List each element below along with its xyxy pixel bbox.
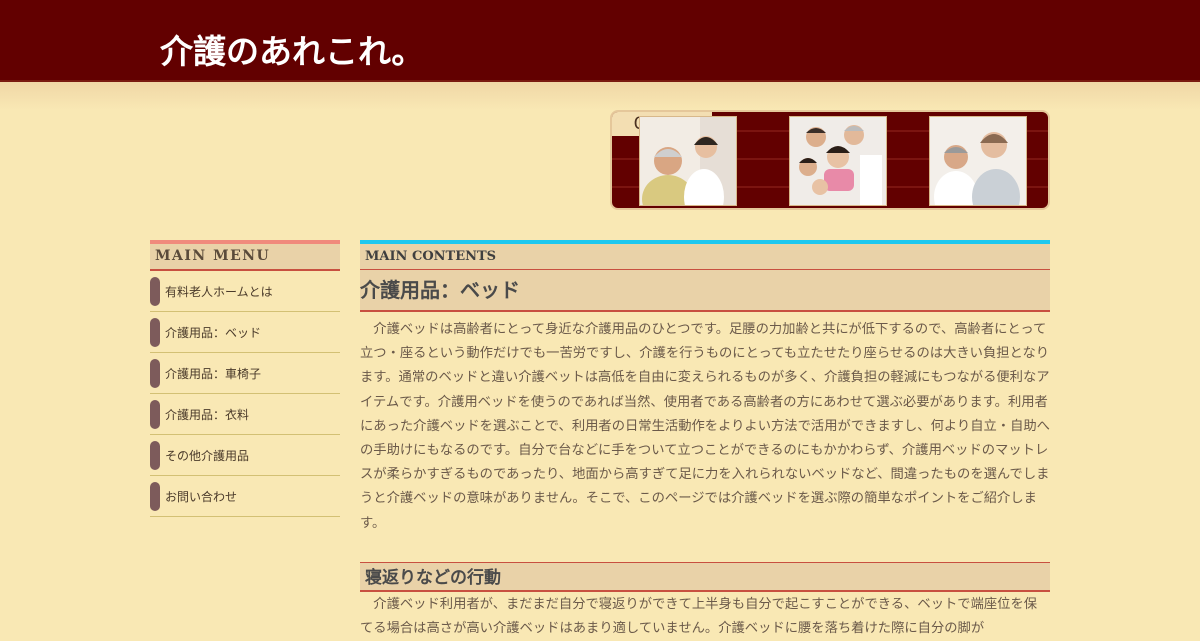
menu-item-other-supplies[interactable]: その他介護用品 (150, 435, 340, 476)
main-menu-heading: MAIN MENU (150, 240, 340, 271)
intro-paragraph: 介護ベッドは高齢者にとって身近な介護用品のひとつです。足腰の力加齢と共にが低下す… (360, 322, 1050, 531)
menu-item-contact[interactable]: お問い合わせ (150, 476, 340, 517)
header-banner: Care (610, 110, 1050, 210)
main-contents: MAIN CONTENTS 介護用品：ベッド 介護ベッドは高齢者にとって身近な介… (360, 240, 1050, 636)
elderly-couple-photo (929, 116, 1027, 206)
menu-item-clothing[interactable]: 介護用品：衣料 (150, 394, 340, 435)
menu-bullet-icon (150, 359, 160, 388)
menu-item-label[interactable]: 介護用品：車椅子 (165, 365, 261, 382)
main-contents-heading: MAIN CONTENTS (360, 240, 1050, 270)
menu-bullet-icon (150, 318, 160, 347)
main-menu: MAIN MENU 有料老人ホームとは 介護用品：ベッド 介護用品：車椅子 介護… (150, 240, 340, 517)
section-paragraph: 介護ベッド利用者が、まだまだ自分で寝返りができて上半身も自分で起こすことができる… (360, 597, 1038, 637)
menu-item-nursing-home[interactable]: 有料老人ホームとは (150, 271, 340, 312)
menu-item-label[interactable]: 有料老人ホームとは (165, 283, 273, 300)
menu-bullet-icon (150, 482, 160, 511)
page-title: 介護用品：ベッド (360, 270, 1050, 312)
menu-bullet-icon (150, 277, 160, 306)
menu-item-wheelchair[interactable]: 介護用品：車椅子 (150, 353, 340, 394)
menu-bullet-icon (150, 400, 160, 429)
menu-item-label[interactable]: 介護用品：ベッド (165, 324, 261, 341)
menu-item-label[interactable]: お問い合わせ (165, 488, 237, 505)
elderly-man-caregiver-photo (639, 116, 737, 206)
header-shade (0, 82, 1200, 110)
section-title: 寝返りなどの行動 (360, 562, 1050, 592)
menu-item-label[interactable]: 介護用品：衣料 (165, 406, 249, 423)
menu-bullet-icon (150, 441, 160, 470)
site-title[interactable]: 介護のあれこれ。 (160, 30, 424, 74)
site-header: 介護のあれこれ。 (0, 0, 1200, 82)
menu-item-bed[interactable]: 介護用品：ベッド (150, 312, 340, 353)
family-photo (789, 116, 887, 206)
menu-item-label[interactable]: その他介護用品 (165, 447, 249, 464)
